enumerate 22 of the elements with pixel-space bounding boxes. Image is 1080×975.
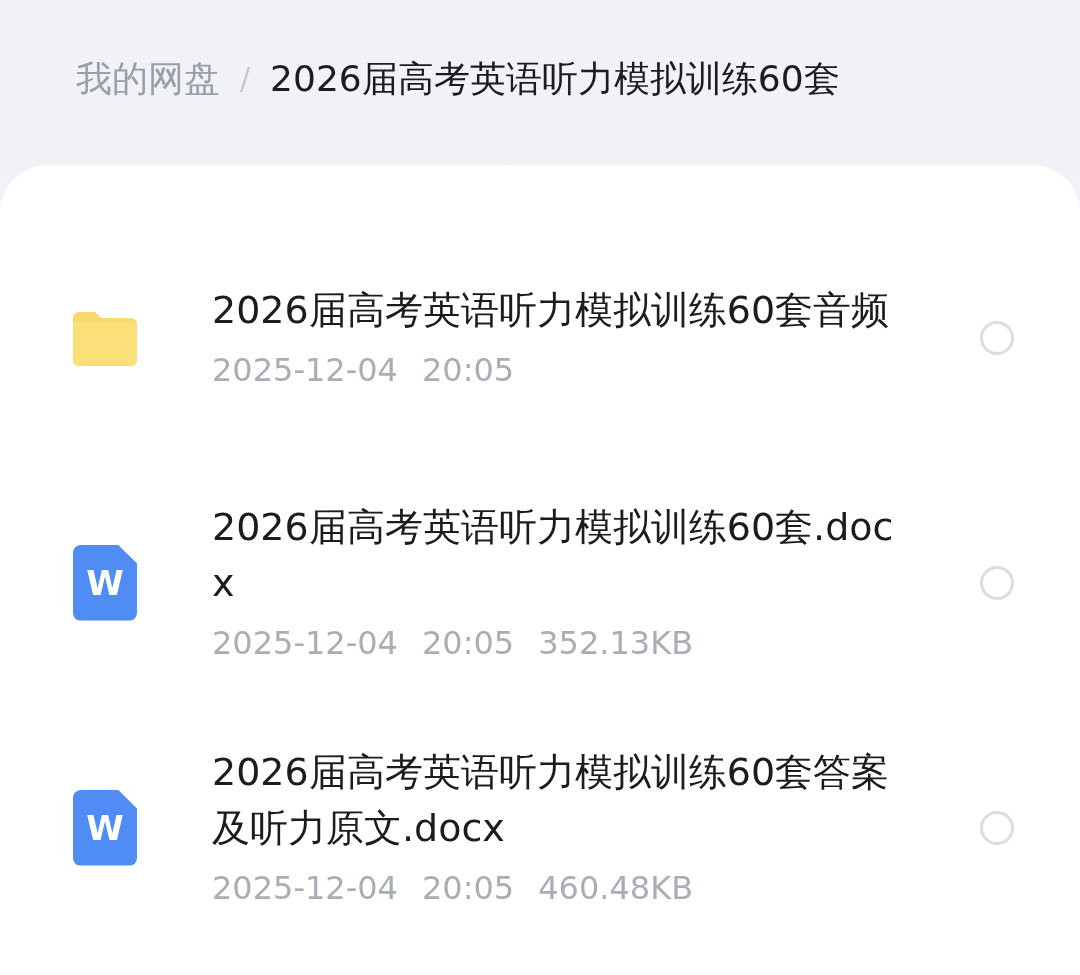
folder-icon [73, 309, 137, 366]
select-radio[interactable] [980, 810, 1014, 845]
file-time: 20:05 [421, 622, 515, 664]
file-size: 352.13KB [538, 622, 694, 664]
file-row[interactable]: W 2026届高考英语听力模拟训练60套.docx 2025-12-04 20:05 352.13KB [0, 460, 1080, 705]
breadcrumb-item[interactable]: 2026届高考英语听力模拟训练60套 [270, 51, 840, 106]
file-date: 2025-12-04 [212, 867, 398, 909]
file-row[interactable]: W 2026届高考英语听力模拟训练60套答案及听力原文.docx 2025-12-04 20:05 460.48KB [0, 705, 1080, 950]
select-radio[interactable] [980, 320, 1014, 355]
file-size: 460.48KB [538, 867, 694, 909]
file-date: 2025-12-04 [212, 622, 398, 664]
word-document-icon: W [73, 544, 137, 621]
file-name: 2026届高考英语听力模拟训练60套音频 [212, 286, 891, 334]
file-name: 2026届高考英语听力模拟训练60套.docx [212, 503, 895, 607]
select-radio[interactable] [980, 565, 1014, 600]
file-name: 2026届高考英语听力模拟训练60套答案及听力原文.docx [212, 748, 891, 852]
file-date: 2025-12-04 [212, 349, 398, 391]
file-row[interactable]: 2026届高考英语听力模拟训练60套音频 2025-12-04 20:05 [0, 215, 1080, 460]
file-time: 20:05 [421, 349, 515, 391]
file-time: 20:05 [421, 867, 515, 909]
word-document-icon: W [73, 789, 137, 866]
breadcrumb-separator: / [240, 60, 251, 98]
